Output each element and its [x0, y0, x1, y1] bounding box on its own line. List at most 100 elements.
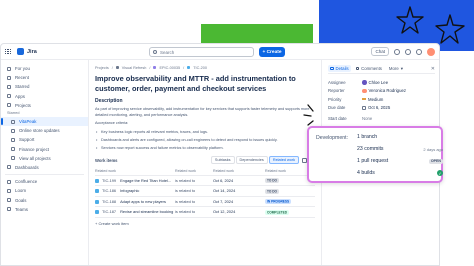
column-header[interactable]: Related work: [175, 167, 213, 176]
breadcrumb-projects[interactable]: Projects: [95, 66, 109, 70]
detail-value[interactable]: None: [362, 116, 372, 121]
breadcrumb-issue[interactable]: TIC-200: [193, 66, 207, 70]
column-header[interactable]: Related work: [213, 167, 265, 176]
sidebar-item-icon: [7, 66, 11, 71]
dev-commits[interactable]: 23 commits 2 days ago: [357, 146, 443, 152]
issue-key[interactable]: TIC-188: [102, 199, 116, 204]
description-heading: Description: [95, 98, 123, 105]
sidebar-item[interactable]: Finance project: [1, 145, 88, 154]
pr-status-badge: OPEN: [428, 158, 443, 164]
issue-summary[interactable]: Revise and streamline booking: [120, 209, 173, 214]
detail-value[interactable]: Oct 6, 2025: [362, 105, 390, 110]
sidebar-item[interactable]: Dashboards: [1, 163, 88, 172]
status-badge[interactable]: IN PROGRESS: [265, 199, 292, 205]
breadcrumb-project[interactable]: Visual Refresh: [122, 66, 147, 70]
create-work-item-button[interactable]: + Create work item: [95, 221, 315, 226]
chat-button[interactable]: Chat: [371, 47, 389, 56]
dev-branches[interactable]: 1 branch: [357, 134, 443, 140]
issue-key[interactable]: TIC-199: [102, 178, 116, 183]
sidebar-item[interactable]: VitaPeak: [1, 116, 88, 127]
detail-value[interactable]: Medium: [362, 97, 383, 102]
issue-key[interactable]: TIC-186: [102, 188, 116, 193]
sidebar-item[interactable]: Apps: [1, 92, 88, 101]
summary-cell: TIC-199 Engage the Red Titan Hotel...: [95, 175, 175, 186]
task-type-icon: [95, 199, 99, 204]
issue-summary[interactable]: Infographic: [120, 188, 139, 193]
jira-logo[interactable]: Jira: [17, 48, 37, 55]
acceptance-criteria-heading: Acceptance criteria:: [95, 121, 129, 125]
sidebar-item-label: Finance project: [19, 146, 50, 152]
settings-icon[interactable]: [416, 48, 422, 55]
detail-value[interactable]: Chloe Lee: [362, 80, 388, 85]
detail-label: Reporter: [328, 88, 345, 94]
detail-row: Priority Medium: [328, 95, 435, 104]
detail-value-text: Veronica Rodriguez: [368, 88, 407, 94]
sidebar-item[interactable]: Online store updates: [1, 126, 88, 135]
sidebar-item[interactable]: Starred: [1, 82, 88, 91]
sidebar-item-icon: [7, 103, 11, 108]
detail-value-text: Oct 6, 2025: [368, 105, 391, 111]
create-button[interactable]: + Create: [259, 47, 285, 57]
tab-subtasks[interactable]: Subtasks: [210, 156, 235, 164]
tab-comments[interactable]: Comments: [354, 65, 384, 72]
issue-summary[interactable]: Engage the Red Titan Hotel...: [120, 178, 171, 183]
issue-key[interactable]: TIC-187: [102, 209, 116, 214]
table-row[interactable]: TIC-187 Revise and streamline booking is r…: [95, 206, 315, 218]
sidebar-item[interactable]: Goals: [1, 195, 88, 204]
criteria-item: Dashboards and alerts are configured, al…: [95, 136, 315, 144]
task-type-icon: [95, 189, 99, 194]
tab-more[interactable]: More ▾: [387, 65, 405, 73]
notifications-icon[interactable]: [394, 48, 400, 55]
table-row[interactable]: TIC-199 Engage the Red Titan Hotel... is r…: [95, 175, 315, 186]
priority-medium-icon: [362, 98, 366, 101]
development-label-text: Development: [316, 135, 347, 141]
sidebar-item-icon: [7, 94, 11, 99]
date-cell: Oct 12, 2024: [213, 206, 265, 218]
status-badge[interactable]: TO DO: [265, 188, 280, 194]
status-badge[interactable]: COMPLETED: [265, 209, 290, 215]
sidebar-item[interactable]: Loom: [1, 186, 88, 195]
project-icon: [115, 66, 119, 69]
sidebar-item[interactable]: View all projects: [1, 154, 88, 163]
dev-builds[interactable]: 4 builds ✓: [357, 170, 443, 176]
sidebar-item[interactable]: Teams: [1, 205, 88, 214]
issue-summary[interactable]: Adapt apps to new players: [120, 199, 166, 204]
help-icon[interactable]: [405, 48, 411, 55]
table-row[interactable]: TIC-186 Infographic is related to Oct 14, 2…: [95, 185, 315, 197]
dev-pull-requests[interactable]: 1 pull request OPEN: [357, 158, 443, 164]
close-icon[interactable]: ✕: [431, 66, 435, 72]
date-cell: Oct 7, 2024: [213, 196, 265, 207]
sidebar-item-icon: [7, 75, 11, 80]
sidebar: For you Recent Starred Apps Projects Starred V…: [1, 60, 89, 265]
app-switcher-icon[interactable]: [5, 48, 11, 55]
dev-branches-text: 1 branch: [357, 134, 378, 140]
tab-related-work[interactable]: Related work: [268, 156, 299, 164]
dev-builds-text: 4 builds: [357, 170, 375, 176]
search-input[interactable]: Search: [149, 47, 254, 57]
sidebar-section-label: Starred: [1, 110, 88, 117]
sidebar-item[interactable]: Support: [1, 135, 88, 144]
sidebar-item-icon: [11, 156, 15, 161]
description-text[interactable]: As part of improving service observabili…: [95, 107, 317, 118]
tab-dependencies[interactable]: Dependencies: [235, 156, 268, 164]
search-placeholder: Search: [160, 49, 175, 55]
sidebar-item-label: View all projects: [19, 155, 51, 161]
jira-logo-icon: [17, 48, 24, 55]
sidebar-item-label: Online store updates: [19, 128, 60, 134]
detail-value[interactable]: Veronica Rodriguez: [362, 88, 406, 93]
sidebar-item[interactable]: Recent: [1, 73, 88, 82]
tab-details[interactable]: Details: [328, 65, 351, 72]
column-header[interactable]: Related work: [95, 167, 175, 176]
sidebar-item[interactable]: Projects: [1, 101, 88, 110]
sidebar-item[interactable]: Confluence: [1, 177, 88, 186]
relation-cell: is related to: [175, 206, 213, 218]
table-row[interactable]: TIC-188 Adapt apps to new players is relat…: [95, 196, 315, 207]
issue-title[interactable]: Improve observability and MTTR - add ins…: [95, 74, 317, 93]
acceptance-criteria-list: Key business logic reports all relevant …: [95, 128, 315, 152]
sidebar-item[interactable]: For you: [1, 64, 88, 73]
detail-row: Due date Oct 6, 2025: [328, 104, 435, 113]
sidebar-item-label: Confluence: [15, 179, 38, 185]
breadcrumb-epic[interactable]: EPIC-00035: [159, 66, 180, 70]
status-badge[interactable]: TO DO: [265, 178, 280, 184]
user-avatar[interactable]: [427, 47, 435, 56]
